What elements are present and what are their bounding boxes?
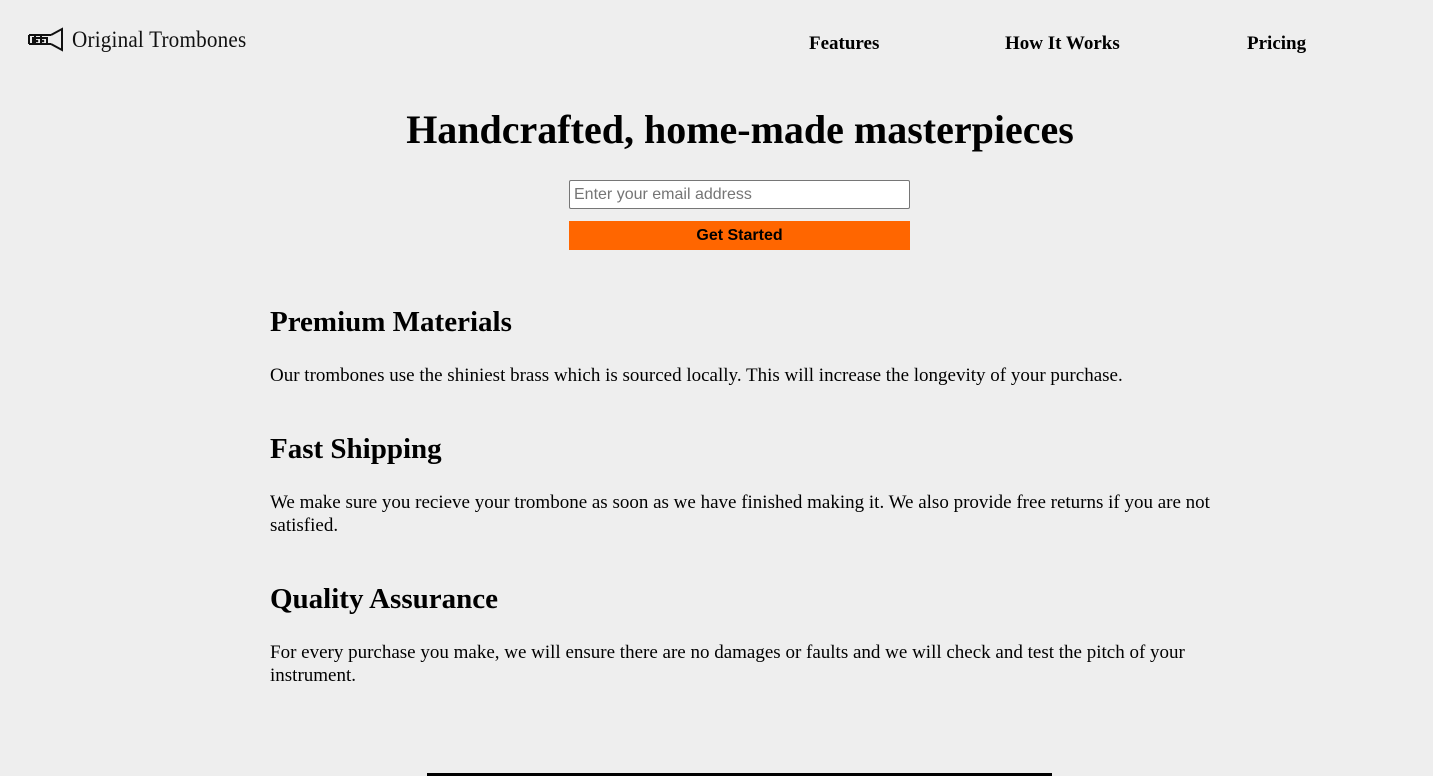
feature-description: We make sure you recieve your trombone a…: [270, 492, 1210, 536]
feature-description: For every purchase you make, we will ens…: [270, 642, 1185, 686]
feature-title: Quality Assurance: [270, 583, 498, 615]
nav-link-features[interactable]: Features: [809, 33, 879, 55]
logo-text: Original Trombones: [72, 27, 247, 52]
hero-title: Handcrafted, home-made masterpieces: [406, 107, 1074, 152]
feature-description: Our trombones use the shiniest brass whi…: [270, 365, 1123, 386]
get-started-button[interactable]: Get Started: [569, 221, 910, 250]
feature-title: Premium Materials: [270, 306, 512, 338]
nav-link-how-it-works[interactable]: How It Works: [1005, 33, 1120, 55]
email-input[interactable]: [569, 180, 910, 209]
trombone-icon: [27, 27, 64, 53]
nav-link-pricing[interactable]: Pricing: [1247, 33, 1306, 55]
logo[interactable]: Original Trombones: [27, 27, 262, 53]
feature-title: Fast Shipping: [270, 433, 442, 465]
landing-page: Original Trombones Features How It Works…: [0, 0, 1433, 776]
